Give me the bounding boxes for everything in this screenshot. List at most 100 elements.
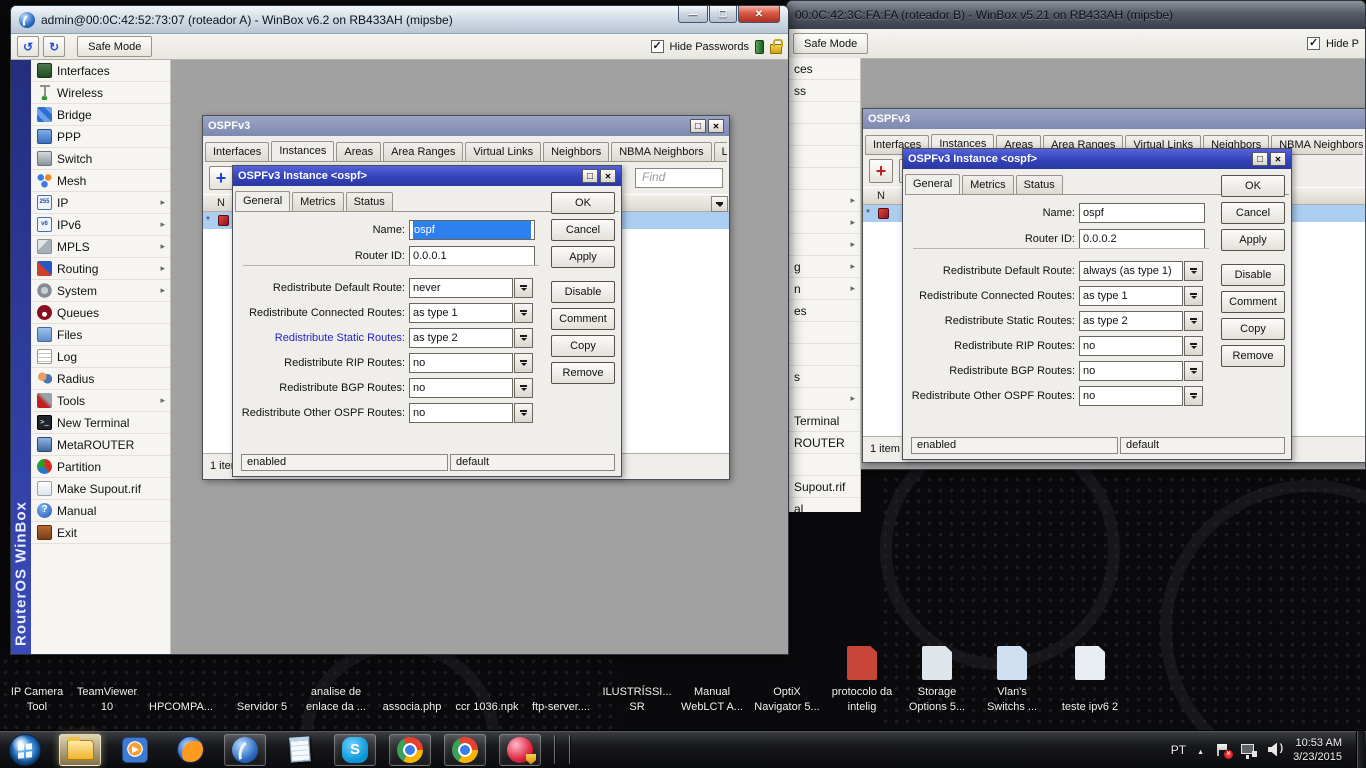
sidebar-item-fragment[interactable]: s	[789, 366, 860, 388]
sidebar-item-exit[interactable]: Exit	[31, 522, 170, 544]
add-button[interactable]	[209, 166, 233, 190]
taskbar-skype[interactable]	[334, 733, 376, 766]
sidebar-item-switch[interactable]: Switch	[31, 148, 170, 170]
maximize-icon[interactable]	[690, 119, 706, 133]
copy-button[interactable]: Copy	[1221, 318, 1285, 340]
taskbar-firefox[interactable]	[169, 734, 211, 766]
taskbar-chrome-1[interactable]	[389, 733, 431, 766]
tab-interfaces[interactable]: Interfaces	[205, 142, 270, 161]
taskbar-media-player[interactable]	[114, 734, 156, 766]
sidebar-item-fragment[interactable]	[789, 322, 860, 344]
remove-button[interactable]: Remove	[1221, 345, 1285, 367]
sidebar-item-fragment[interactable]: g ▸	[789, 256, 860, 278]
field-input-router-id[interactable]: 0.0.0.1	[409, 246, 535, 266]
dropdown-button[interactable]	[1184, 261, 1203, 281]
tab-nbma-neighbors[interactable]: NBMA Neighbors	[611, 142, 712, 161]
taskbar-app-red[interactable]	[499, 733, 541, 766]
sidebar-item-fragment[interactable]: ▸	[789, 212, 860, 234]
remove-button[interactable]: Remove	[551, 362, 615, 384]
dropdown-button[interactable]	[514, 278, 533, 298]
field-input-redistribute-bgp-routes[interactable]: no	[1079, 361, 1183, 381]
minimize-icon[interactable]	[678, 6, 708, 23]
apply-button[interactable]: Apply	[551, 246, 615, 268]
sidebar-item-fragment[interactable]: ▸	[789, 388, 860, 410]
sidebar-item-ppp[interactable]: PPP	[31, 126, 170, 148]
dialog-tab-general[interactable]: General	[905, 174, 961, 194]
volume-icon[interactable]	[1268, 743, 1283, 757]
sidebar-item-mesh[interactable]: Mesh	[31, 170, 170, 192]
sidebar-item-mpls[interactable]: MPLS ▸	[31, 236, 170, 258]
dropdown-button[interactable]	[514, 303, 533, 323]
sidebar-item-fragment[interactable]: al	[789, 498, 860, 513]
field-input-router-id[interactable]: 0.0.0.2	[1079, 229, 1205, 249]
sidebar-item-interfaces[interactable]: Interfaces	[31, 60, 170, 82]
field-input-redistribute-rip-routes[interactable]: no	[1079, 336, 1183, 356]
field-input-redistribute-connected-routes[interactable]: as type 1	[409, 303, 513, 323]
undo-button[interactable]: ↺	[17, 36, 40, 57]
sidebar-item-fragment[interactable]: ▸	[789, 190, 860, 212]
desktop-icon-protocolo-da[interactable]: protocolo da intelig	[819, 630, 905, 715]
tab-lsa[interactable]: LSA	[713, 142, 727, 161]
tab-instances[interactable]: Instances	[271, 141, 335, 161]
maximize-icon[interactable]	[709, 6, 737, 23]
find-input[interactable]: Find	[635, 168, 723, 188]
comment-button[interactable]: Comment	[1221, 291, 1285, 313]
close-icon[interactable]	[738, 6, 780, 23]
sidebar-item-tools[interactable]: Tools ▸	[31, 390, 170, 412]
title-bar[interactable]: 00:0C:42:3C:FA:FA (roteador B) - WinBox …	[787, 1, 1365, 29]
sidebar-item-new-terminal[interactable]: >_ New Terminal	[31, 412, 170, 434]
show-desktop-button[interactable]	[1356, 730, 1365, 768]
sidebar-item-fragment[interactable]	[789, 344, 860, 366]
sidebar-item-fragment[interactable]	[789, 454, 860, 476]
taskbar-chrome-2[interactable]	[444, 733, 486, 766]
sidebar-item-fragment[interactable]: es	[789, 300, 860, 322]
ok-button[interactable]: OK	[1221, 175, 1285, 197]
close-icon[interactable]	[708, 119, 724, 133]
cancel-button[interactable]: Cancel	[1221, 202, 1285, 224]
taskbar-explorer[interactable]	[59, 733, 101, 766]
sidebar-item-fragment[interactable]	[789, 124, 860, 146]
cancel-button[interactable]: Cancel	[551, 219, 615, 241]
ospfv3-instance-dialog-a[interactable]: OSPFv3 Instance <ospf> GeneralMetricsSta…	[232, 165, 622, 477]
sidebar-item-bridge[interactable]: Bridge	[31, 104, 170, 126]
sidebar-item-log[interactable]: Log	[31, 346, 170, 368]
sidebar-item-fragment[interactable]: n ▸	[789, 278, 860, 300]
tab-virtual-links[interactable]: Virtual Links	[465, 142, 542, 161]
dropdown-button[interactable]	[1184, 361, 1203, 381]
sidebar-item-fragment[interactable]	[789, 168, 860, 190]
sidebar-item-fragment[interactable]: Supout.rif	[789, 476, 860, 498]
apply-button[interactable]: Apply	[1221, 229, 1285, 251]
child-title-bar[interactable]: OSPFv3	[203, 116, 729, 136]
field-input-redistribute-connected-routes[interactable]: as type 1	[1079, 286, 1183, 306]
sidebar-item-fragment[interactable]: ROUTER	[789, 432, 860, 454]
sidebar-item-radius[interactable]: Radius	[31, 368, 170, 390]
sidebar-item-manual[interactable]: ? Manual	[31, 500, 170, 522]
sidebar-item-ipv6[interactable]: v6 IPv6 ▸	[31, 214, 170, 236]
child-title-bar[interactable]: OSPFv3	[863, 109, 1365, 129]
hide-passwords-checkbox[interactable]	[650, 39, 664, 53]
action-center-flag-icon[interactable]	[1215, 742, 1234, 759]
safe-mode-button[interactable]: Safe Mode	[77, 36, 153, 57]
desktop-icon-teste-ipv6-2[interactable]: teste ipv6 2	[1047, 630, 1133, 715]
dropdown-button[interactable]	[514, 353, 533, 373]
dropdown-button[interactable]	[1184, 311, 1203, 331]
dropdown-button[interactable]	[514, 328, 533, 348]
language-indicator[interactable]: PT	[1171, 743, 1186, 757]
sidebar-item-fragment[interactable]: ▸	[789, 234, 860, 256]
sidebar-item-ip[interactable]: 255 IP ▸	[31, 192, 170, 214]
sidebar-item-queues[interactable]: Queues	[31, 302, 170, 324]
field-input-redistribute-other-ospf-routes[interactable]: no	[1079, 386, 1183, 406]
network-icon[interactable]	[1241, 743, 1258, 757]
sidebar-item-fragment[interactable]	[789, 102, 860, 124]
sidebar-item-metarouter[interactable]: MetaROUTER	[31, 434, 170, 456]
field-input-name[interactable]: ospf	[1079, 203, 1205, 223]
sidebar-item-files[interactable]: Files	[31, 324, 170, 346]
clock[interactable]: 10:53 AM 3/23/2015	[1293, 736, 1342, 764]
comment-button[interactable]: Comment	[551, 308, 615, 330]
ok-button[interactable]: OK	[551, 192, 615, 214]
desktop-icon-vlan-s[interactable]: Vlan's Switchs ...	[969, 630, 1055, 715]
desktop-icon-storage[interactable]: Storage Options 5...	[894, 630, 980, 715]
redo-button[interactable]: ↻	[43, 36, 66, 57]
dropdown-button[interactable]	[514, 378, 533, 398]
sidebar-item-fragment[interactable]: ss	[789, 80, 860, 102]
